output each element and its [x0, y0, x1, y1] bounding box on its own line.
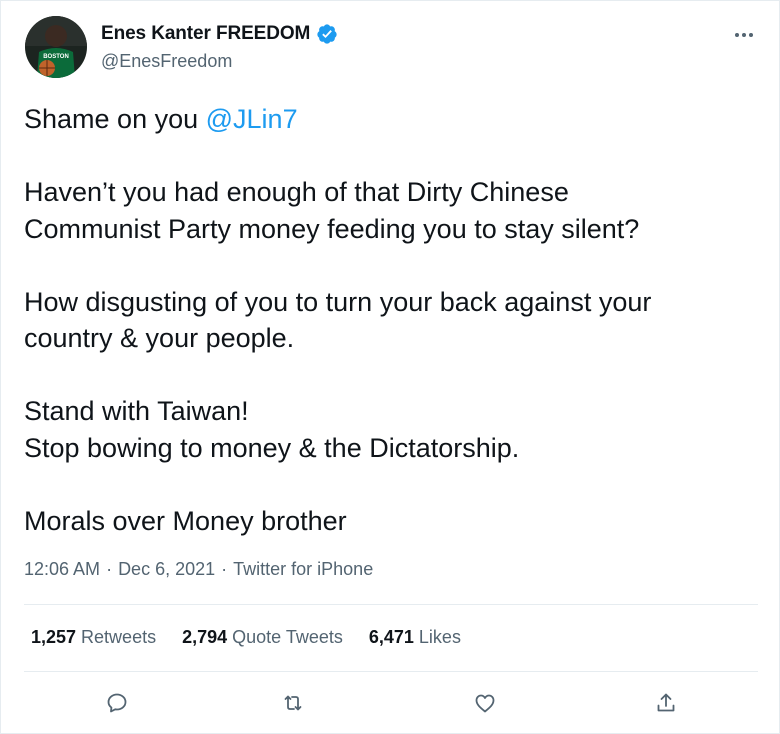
tweet-source[interactable]: Twitter for iPhone — [233, 559, 373, 580]
retweets-stat[interactable]: 1,257 Retweets — [31, 627, 156, 648]
avatar[interactable]: BOSTON — [25, 16, 87, 78]
tweet-line: How disgusting of you to turn your back … — [24, 286, 652, 317]
tweet-line: Stand with Taiwan! — [24, 396, 249, 426]
quote-tweets-label: Quote Tweets — [232, 627, 343, 647]
tweet-text: Shame on you @JLin7 Haven’t you had enou… — [24, 101, 764, 539]
share-button[interactable] — [648, 685, 684, 721]
more-dot — [749, 33, 753, 37]
more-dot — [735, 33, 739, 37]
retweets-count: 1,257 — [31, 627, 77, 647]
reply-button[interactable] — [99, 685, 135, 721]
verified-badge-icon — [316, 23, 338, 45]
reply-icon — [107, 693, 127, 713]
likes-stat[interactable]: 6,471 Likes — [369, 627, 461, 648]
tweet-time[interactable]: 12:06 AM — [24, 559, 100, 580]
mention-link[interactable]: @JLin7 — [206, 104, 298, 134]
quote-tweets-count: 2,794 — [182, 627, 228, 647]
avatar-image: BOSTON — [25, 16, 87, 78]
retweet-button[interactable] — [275, 685, 311, 721]
tweet-line: country & your people. — [24, 323, 295, 353]
tweet-line: Haven’t you had enough of that Dirty Chi… — [24, 177, 569, 207]
more-options-icon[interactable] — [729, 25, 759, 45]
tweet-line: Communist Party money feeding you to sta… — [24, 213, 640, 244]
tweet-line: Shame on you @JLin7 — [24, 101, 764, 138]
like-icon — [475, 694, 495, 713]
tweet-date[interactable]: Dec 6, 2021 — [118, 559, 215, 580]
share-icon — [657, 693, 675, 712]
retweet-icon — [284, 695, 302, 711]
meta-separator: · — [221, 559, 228, 579]
quote-tweets-stat[interactable]: 2,794 Quote Tweets — [182, 627, 343, 648]
author-handle[interactable]: @EnesFreedom — [101, 51, 232, 72]
meta-separator: · — [106, 559, 113, 579]
author-name-row[interactable]: Enes Kanter FREEDOM — [101, 23, 338, 45]
retweets-label: Retweets — [81, 627, 157, 647]
tweet-stats: 1,257 Retweets 2,794 Quote Tweets 6,471 … — [31, 627, 461, 648]
likes-label: Likes — [418, 627, 461, 647]
tweet-line-text: Shame on you — [24, 104, 206, 134]
tweet-card: BOSTON Enes Kanter FREEDOM @EnesFreedom … — [0, 0, 780, 734]
avatar-jersey-text: BOSTON — [43, 54, 69, 60]
tweet-line: Morals over Money brother — [24, 505, 347, 536]
author-name[interactable]: Enes Kanter FREEDOM — [101, 23, 310, 45]
likes-count: 6,471 — [368, 627, 414, 647]
more-dot — [742, 33, 746, 37]
tweet-actions — [1, 685, 780, 725]
like-button[interactable] — [467, 685, 503, 721]
tweet-line: Stop bowing to money & the Dictatorship. — [24, 432, 520, 463]
divider — [24, 604, 758, 605]
divider — [24, 671, 758, 672]
tweet-meta: 12:06 AM · Dec 6, 2021 · Twitter for iPh… — [24, 559, 373, 580]
